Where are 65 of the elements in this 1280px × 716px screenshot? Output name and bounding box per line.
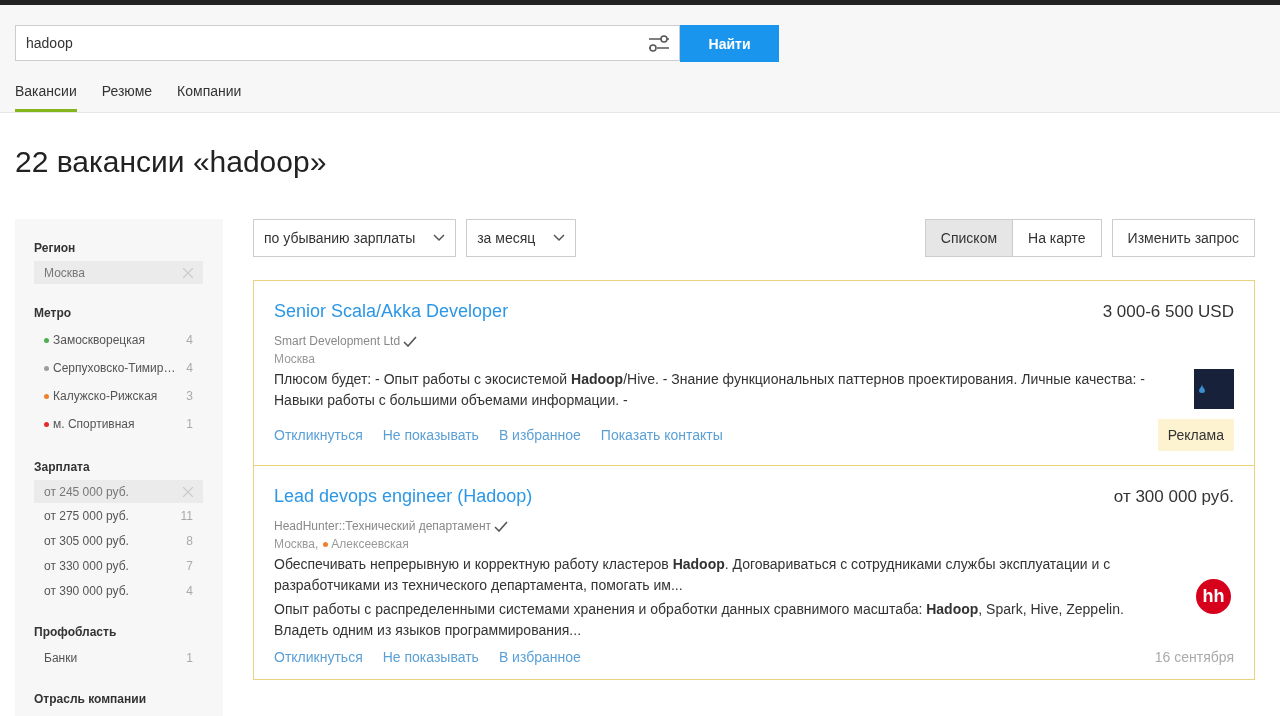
filter-count: 11 (180, 508, 193, 523)
filter-count: 8 (186, 533, 193, 548)
company-name[interactable]: HeadHunter::Технический департамент (274, 519, 492, 533)
results-heading: 22 вакансии «hadoop» (15, 145, 328, 179)
view-toggle[interactable]: Списком (924, 219, 1014, 257)
filter-label: от 330 000 руб. (44, 558, 129, 573)
filter-item[interactable]: от 245 000 руб. (34, 480, 203, 503)
filter-item[interactable]: от 390 000 руб. 4 (34, 578, 203, 603)
filter-item[interactable]: от 330 000 руб. 7 (34, 553, 203, 578)
filter-label: Замоскворецкая (53, 333, 145, 347)
filter-title: Метро (34, 306, 73, 320)
filter-title: Профобласть (34, 625, 118, 639)
filter-count: 1 (186, 417, 193, 431)
salary: 3 000-6 500 USD (1102, 302, 1234, 322)
filter-title: Зарплата (34, 460, 91, 474)
filter-item[interactable]: Серпуховско-Тимир… 4 (34, 354, 203, 382)
filter-label: Калужско-Рижская (53, 389, 158, 403)
vacancy-snippet: Опыт работы с распределенными системами хранения и обработки данных сравнимого масштаба: Hadoop, Spark, Hive, Zeppelin. Владеть одним из языков программирования... (274, 600, 1125, 640)
water-drop-icon (1199, 384, 1205, 393)
filter-item[interactable]: м. Спортивная 1 (34, 410, 203, 438)
edit-query-button[interactable]: Изменить запрос (1111, 219, 1255, 257)
filter-item[interactable]: Москва (34, 261, 203, 284)
filter-item[interactable]: от 305 000 руб. 8 (34, 528, 203, 553)
filter-label: Банки (44, 650, 78, 665)
company-logo: hh (1196, 578, 1231, 614)
location: Москва, (274, 537, 319, 551)
close-icon[interactable] (183, 486, 193, 497)
filter-count: 7 (186, 558, 193, 573)
filter-item[interactable]: от 275 000 руб. 11 (34, 503, 203, 528)
tab[interactable]: Вакансии (15, 83, 77, 112)
filter-item[interactable]: Банки 1 (34, 645, 203, 670)
filter-count: 4 (186, 583, 193, 598)
view-toggle[interactable]: На карте (1013, 219, 1102, 257)
filter-title: Регион (34, 241, 77, 255)
sort-dropdown[interactable]: за месяц (466, 219, 577, 257)
filter-count: 4 (186, 333, 193, 347)
location: Москва (274, 352, 315, 366)
filter-label: от 305 000 руб. (44, 533, 129, 548)
chevron-down-icon (553, 234, 566, 242)
filter-label: м. Спортивная (53, 417, 135, 431)
salary: от 300 000 руб. (1113, 487, 1234, 507)
tab[interactable]: Компании (177, 83, 242, 112)
filter-sliders-icon[interactable] (648, 34, 670, 52)
filter-item[interactable]: Замоскворецкая 4 (34, 326, 203, 354)
filter-label: Серпуховско-Тимир… (53, 361, 176, 375)
ad-badge: Реклама (1157, 419, 1234, 451)
vacancy-snippet: Плюсом будет: - Опыт работы с экосистемой Hadoop/Hive. - Знание функциональных паттернов проектирования. Личные качества: - Навыки работы с большими объемами информации. - (274, 370, 1146, 410)
chevron-down-icon (433, 234, 446, 242)
sort-dropdown[interactable]: по убыванию зарплаты (253, 219, 457, 257)
close-icon[interactable] (183, 267, 193, 278)
search-field[interactable]: hadoop (15, 25, 680, 61)
metro-station: Алексеевская (331, 537, 409, 551)
filter-label: от 245 000 руб. (44, 484, 129, 499)
filter-label: Москва (44, 265, 85, 280)
tab[interactable]: Резюме (101, 83, 153, 112)
filter-count: 1 (186, 650, 193, 665)
filter-count: 4 (186, 361, 193, 375)
filter-label: от 275 000 руб. (44, 508, 129, 523)
publish-date: 16 сентября (1154, 649, 1234, 665)
company-name[interactable]: Smart Development Ltd (274, 334, 401, 348)
filter-count: 3 (186, 389, 193, 403)
vacancy-snippet: Обеспечивать непрерывную и корректную работу кластеров Hadoop. Договариваться с сотрудниками службы эксплуатации и с разработчиками из технического департамента, помогать им... (274, 555, 1112, 595)
filter-title: Отрасль компании (34, 692, 148, 706)
filter-item[interactable]: Калужско-Рижская 3 (34, 382, 203, 410)
filter-label: от 390 000 руб. (44, 583, 129, 598)
